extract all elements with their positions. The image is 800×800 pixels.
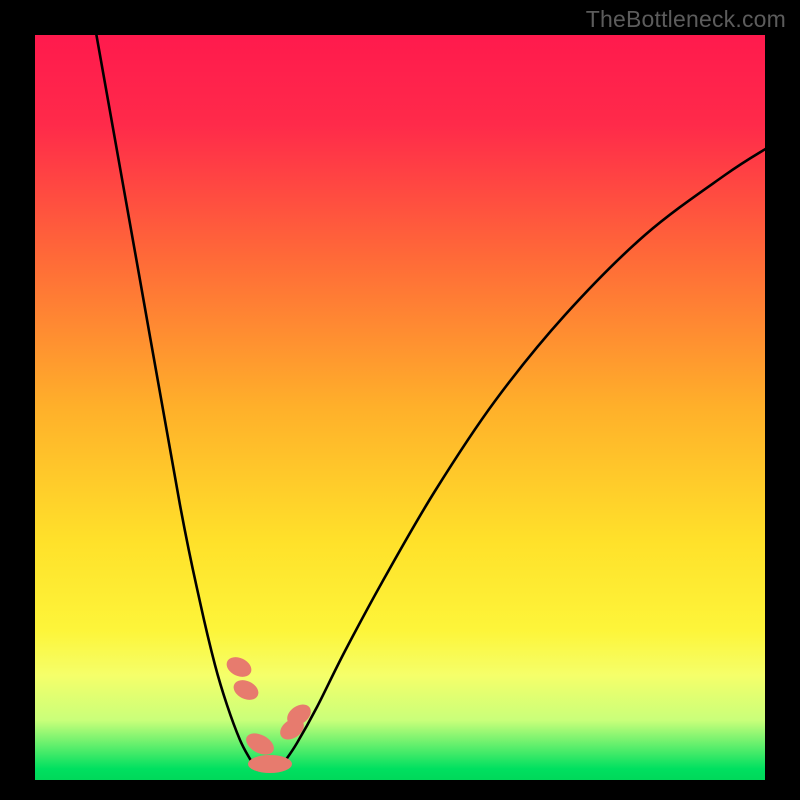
watermark-text: TheBottleneck.com <box>586 6 786 33</box>
chart-frame <box>35 35 765 780</box>
chart-background-gradient <box>35 35 765 780</box>
